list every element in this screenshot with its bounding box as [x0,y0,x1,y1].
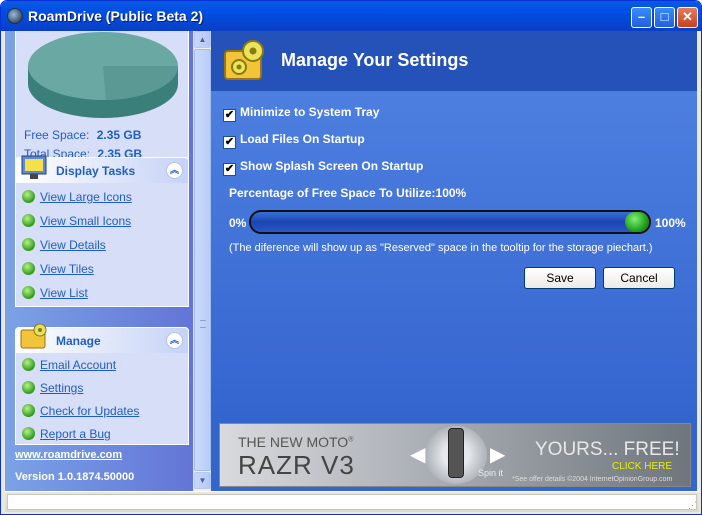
option-load-files-on-startup[interactable]: ✔ Load Files On Startup [223,132,365,149]
option-label: Minimize to System Tray [240,105,380,119]
splash-screen-checkbox[interactable]: ✔ [223,163,236,176]
manage-header[interactable]: Manage ︽ [16,323,188,353]
ad-registered-mark: ® [348,436,354,444]
ad-banner[interactable]: THE NEW MOTO® RAZR V3 ◀ ▶ Spin it YOURS.… [219,423,691,487]
settings-form: ✔ Minimize to System Tray ✔ Load Files On … [211,91,697,411]
display-tasks-header[interactable]: Display Tasks ︽ [16,155,188,183]
phone-icon [448,428,464,478]
green-bullet-icon [22,427,35,441]
green-bullet-icon [22,358,35,372]
slider-max-label: 100% [655,216,686,230]
task-email-account[interactable]: Email Account [22,357,116,375]
sidebar: Free Space: 2.35 GB Total Space: 2.35 GB… [5,31,193,491]
gear-folder-icon [20,323,47,349]
gear-folder-icon [224,40,264,80]
window-title: RoamDrive (Public Beta 2) [28,8,204,24]
collapse-display-tasks-button[interactable]: ︽ [166,162,183,179]
green-bullet-icon [22,214,35,228]
slider-fill [251,212,649,232]
display-tasks-panel: Display Tasks ︽ View Large Icons View Sm… [15,155,189,307]
option-label: Load Files On Startup [240,132,365,146]
task-check-for-updates[interactable]: Check for Updates [22,403,139,421]
minimize-button[interactable]: – [631,7,652,28]
task-link[interactable]: View Large Icons [40,190,132,204]
task-link[interactable]: View List [40,286,88,300]
display-tasks-title: Display Tasks [56,164,136,178]
manage-title: Manage [56,334,101,348]
green-bullet-icon [22,262,35,276]
status-panel [7,494,697,510]
task-link[interactable]: Email Account [40,358,116,372]
load-files-checkbox[interactable]: ✔ [223,136,236,149]
slider-thumb[interactable] [625,212,649,232]
app-window: RoamDrive (Public Beta 2) – □ ✕ Free Spa… [0,0,702,515]
settings-pane: Manage Your Settings ✔ Minimize to System… [211,31,697,491]
scroll-up-button[interactable]: ▲ [194,31,211,48]
green-bullet-icon [22,286,35,300]
storage-piechart [28,32,179,118]
task-view-large-icons[interactable]: View Large Icons [22,189,132,207]
ad-fine-print: *See offer details ©2004 InternetOpinion… [512,476,673,483]
ad-headline-text: THE NEW MOTO [238,434,349,450]
green-bullet-icon [22,404,35,418]
percentage-value: 100% [435,186,467,200]
cancel-button[interactable]: Cancel [603,267,675,289]
task-report-a-bug[interactable]: Report a Bug [22,426,111,444]
collapse-manage-button[interactable]: ︽ [166,332,183,349]
reserved-space-note: (The diference will show up as "Reserved… [229,242,653,254]
ad-product: RAZR V3 [238,450,355,480]
green-bullet-icon [22,238,35,252]
arrow-right-icon: ▶ [490,444,506,466]
ad-click-here[interactable]: CLICK HERE [612,461,672,472]
percentage-label: Percentage of Free Space To Utilize:100% [229,186,466,200]
free-space-value: 2.35 GB [96,128,142,142]
maximize-button[interactable]: □ [654,7,675,28]
ad-spin-label: Spin it [478,468,504,478]
ad-offer: YOURS... FREE! [535,439,680,460]
grip-icon [200,320,206,328]
task-view-small-icons[interactable]: View Small Icons [22,213,131,231]
title-bar[interactable]: RoamDrive (Public Beta 2) – □ ✕ [1,1,701,31]
scroll-thumb[interactable] [194,49,211,471]
version-label: Version 1.0.1874.50000 [15,471,135,483]
resize-grip-icon[interactable]: ⋰ [688,500,697,511]
green-bullet-icon [22,190,35,204]
ad-headline: THE NEW MOTO® [238,434,353,450]
free-space-label: Free Space: [24,128,90,142]
settings-header: Manage Your Settings [211,31,697,91]
website-link[interactable]: www.roamdrive.com [15,449,122,461]
arrow-left-icon: ◀ [410,444,426,466]
task-view-details[interactable]: View Details [22,237,106,255]
task-link[interactable]: Report a Bug [40,427,111,441]
sidebar-scrollbar[interactable]: ▲ ▼ [193,31,211,491]
task-link[interactable]: View Tiles [40,262,94,276]
free-space: Free Space: 2.35 GB [24,128,141,142]
minimize-to-tray-checkbox[interactable]: ✔ [223,109,236,122]
slider-min-label: 0% [229,216,247,230]
free-space-slider[interactable] [249,210,651,234]
task-link[interactable]: Settings [40,381,83,395]
task-link[interactable]: Check for Updates [40,404,139,418]
scroll-down-button[interactable]: ▼ [194,472,211,489]
monitor-icon [21,155,47,179]
task-settings[interactable]: Settings [22,380,83,398]
task-link[interactable]: View Details [40,238,106,252]
task-view-list[interactable]: View List [22,285,88,303]
status-bar: ⋰ [5,491,699,512]
roamdrive-icon [7,8,23,24]
option-minimize-to-tray[interactable]: ✔ Minimize to System Tray [223,105,379,122]
option-show-splash-screen[interactable]: ✔ Show Splash Screen On Startup [223,159,423,176]
settings-title: Manage Your Settings [281,50,469,70]
option-label: Show Splash Screen On Startup [240,159,424,173]
close-button[interactable]: ✕ [677,7,698,28]
green-bullet-icon [22,381,35,395]
task-link[interactable]: View Small Icons [40,214,131,228]
percentage-text: Percentage of Free Space To Utilize: [229,186,436,200]
manage-panel: Manage ︽ Email Account Settings Check fo… [15,323,189,445]
save-button[interactable]: Save [524,267,596,289]
task-view-tiles[interactable]: View Tiles [22,261,94,279]
